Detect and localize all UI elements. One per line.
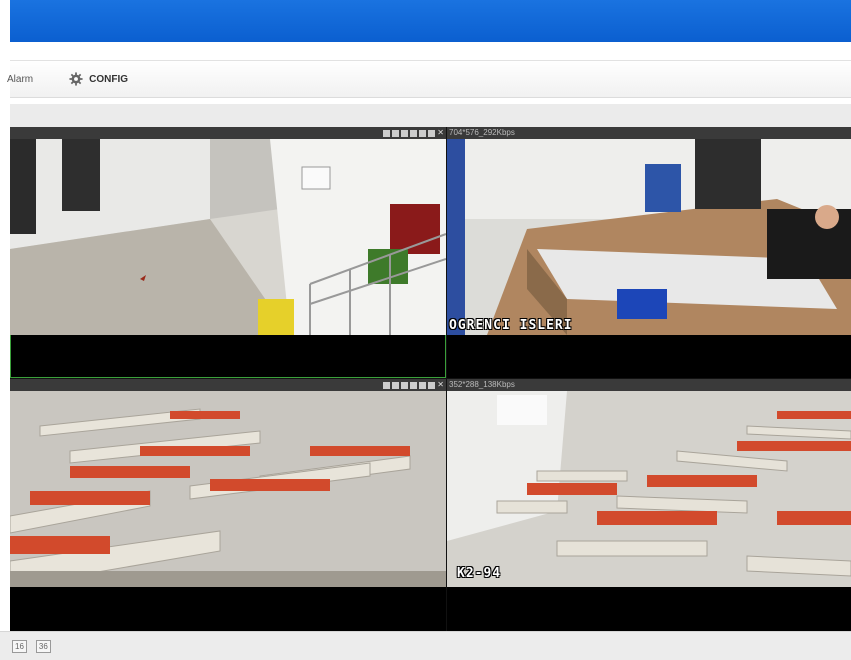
camera-feed[interactable]: OGRENCI ISLERI <box>447 139 851 335</box>
nav-config-label: CONFIG <box>89 73 129 85</box>
camera-header: 704*576_292Kbps <box>447 127 851 139</box>
ptz-icon[interactable] <box>410 381 418 389</box>
office-scene <box>447 139 851 335</box>
camera-cell-4[interactable]: 352*288_138Kbps K2-94 <box>447 379 851 631</box>
lecture-hall-scene <box>447 391 851 587</box>
camera-header: 352*288_138Kbps <box>447 379 851 391</box>
stream-icon[interactable] <box>419 381 427 389</box>
close-icon[interactable]: ✕ <box>437 129 444 137</box>
record-icon[interactable] <box>383 381 391 389</box>
stream-icon[interactable] <box>419 129 427 137</box>
stream-info: 704*576_292Kbps <box>449 128 515 137</box>
zoom-icon[interactable] <box>401 381 409 389</box>
nav-config[interactable]: CONFIG <box>69 61 128 97</box>
toolbar-strip <box>10 104 851 127</box>
camera-tools: ✕ <box>383 127 444 139</box>
camera-overlay-label: OGRENCI ISLERI <box>449 318 573 333</box>
close-icon[interactable]: ✕ <box>437 381 444 389</box>
audio-icon[interactable] <box>428 129 436 137</box>
header-bar <box>10 0 851 42</box>
layout-36-button[interactable]: 36 <box>35 639 51 653</box>
snapshot-icon[interactable] <box>392 381 400 389</box>
stream-info: 352*288_138Kbps <box>449 380 515 389</box>
zoom-icon[interactable] <box>401 129 409 137</box>
camera-cell-1[interactable]: ✕ <box>10 127 446 378</box>
camera-header: ✕ <box>10 127 446 139</box>
layout-16-button[interactable]: 16 <box>12 639 27 653</box>
camera-cell-2[interactable]: 704*576_292Kbps OGRENCI ISLERI <box>447 127 851 378</box>
nav-alarm-label: Alarm <box>7 73 34 85</box>
camera-overlay-label: K2-94 <box>457 566 502 581</box>
audio-icon[interactable] <box>428 381 436 389</box>
nav-alarm[interactable]: Alarm <box>7 61 33 97</box>
camera-feed[interactable]: K2-94 <box>447 391 851 587</box>
classroom-scene <box>10 391 446 587</box>
camera-header: ✕ <box>10 379 446 391</box>
layout-footer: 16 36 <box>0 631 851 660</box>
camera-cell-3[interactable]: ✕ <box>10 379 446 631</box>
ptz-icon[interactable] <box>410 129 418 137</box>
camera-tools: ✕ <box>383 379 444 391</box>
hallway-scene <box>10 139 446 335</box>
camera-feed[interactable] <box>10 139 446 335</box>
record-icon[interactable] <box>383 129 391 137</box>
gear-icon <box>69 72 83 86</box>
main-nav: Alarm CONFIG <box>7 60 851 98</box>
snapshot-icon[interactable] <box>392 129 400 137</box>
camera-feed[interactable] <box>10 391 446 587</box>
video-grid: ✕ 704*576_292Kbps OGRENCI ISLERI ✕ 352*2… <box>10 127 851 631</box>
